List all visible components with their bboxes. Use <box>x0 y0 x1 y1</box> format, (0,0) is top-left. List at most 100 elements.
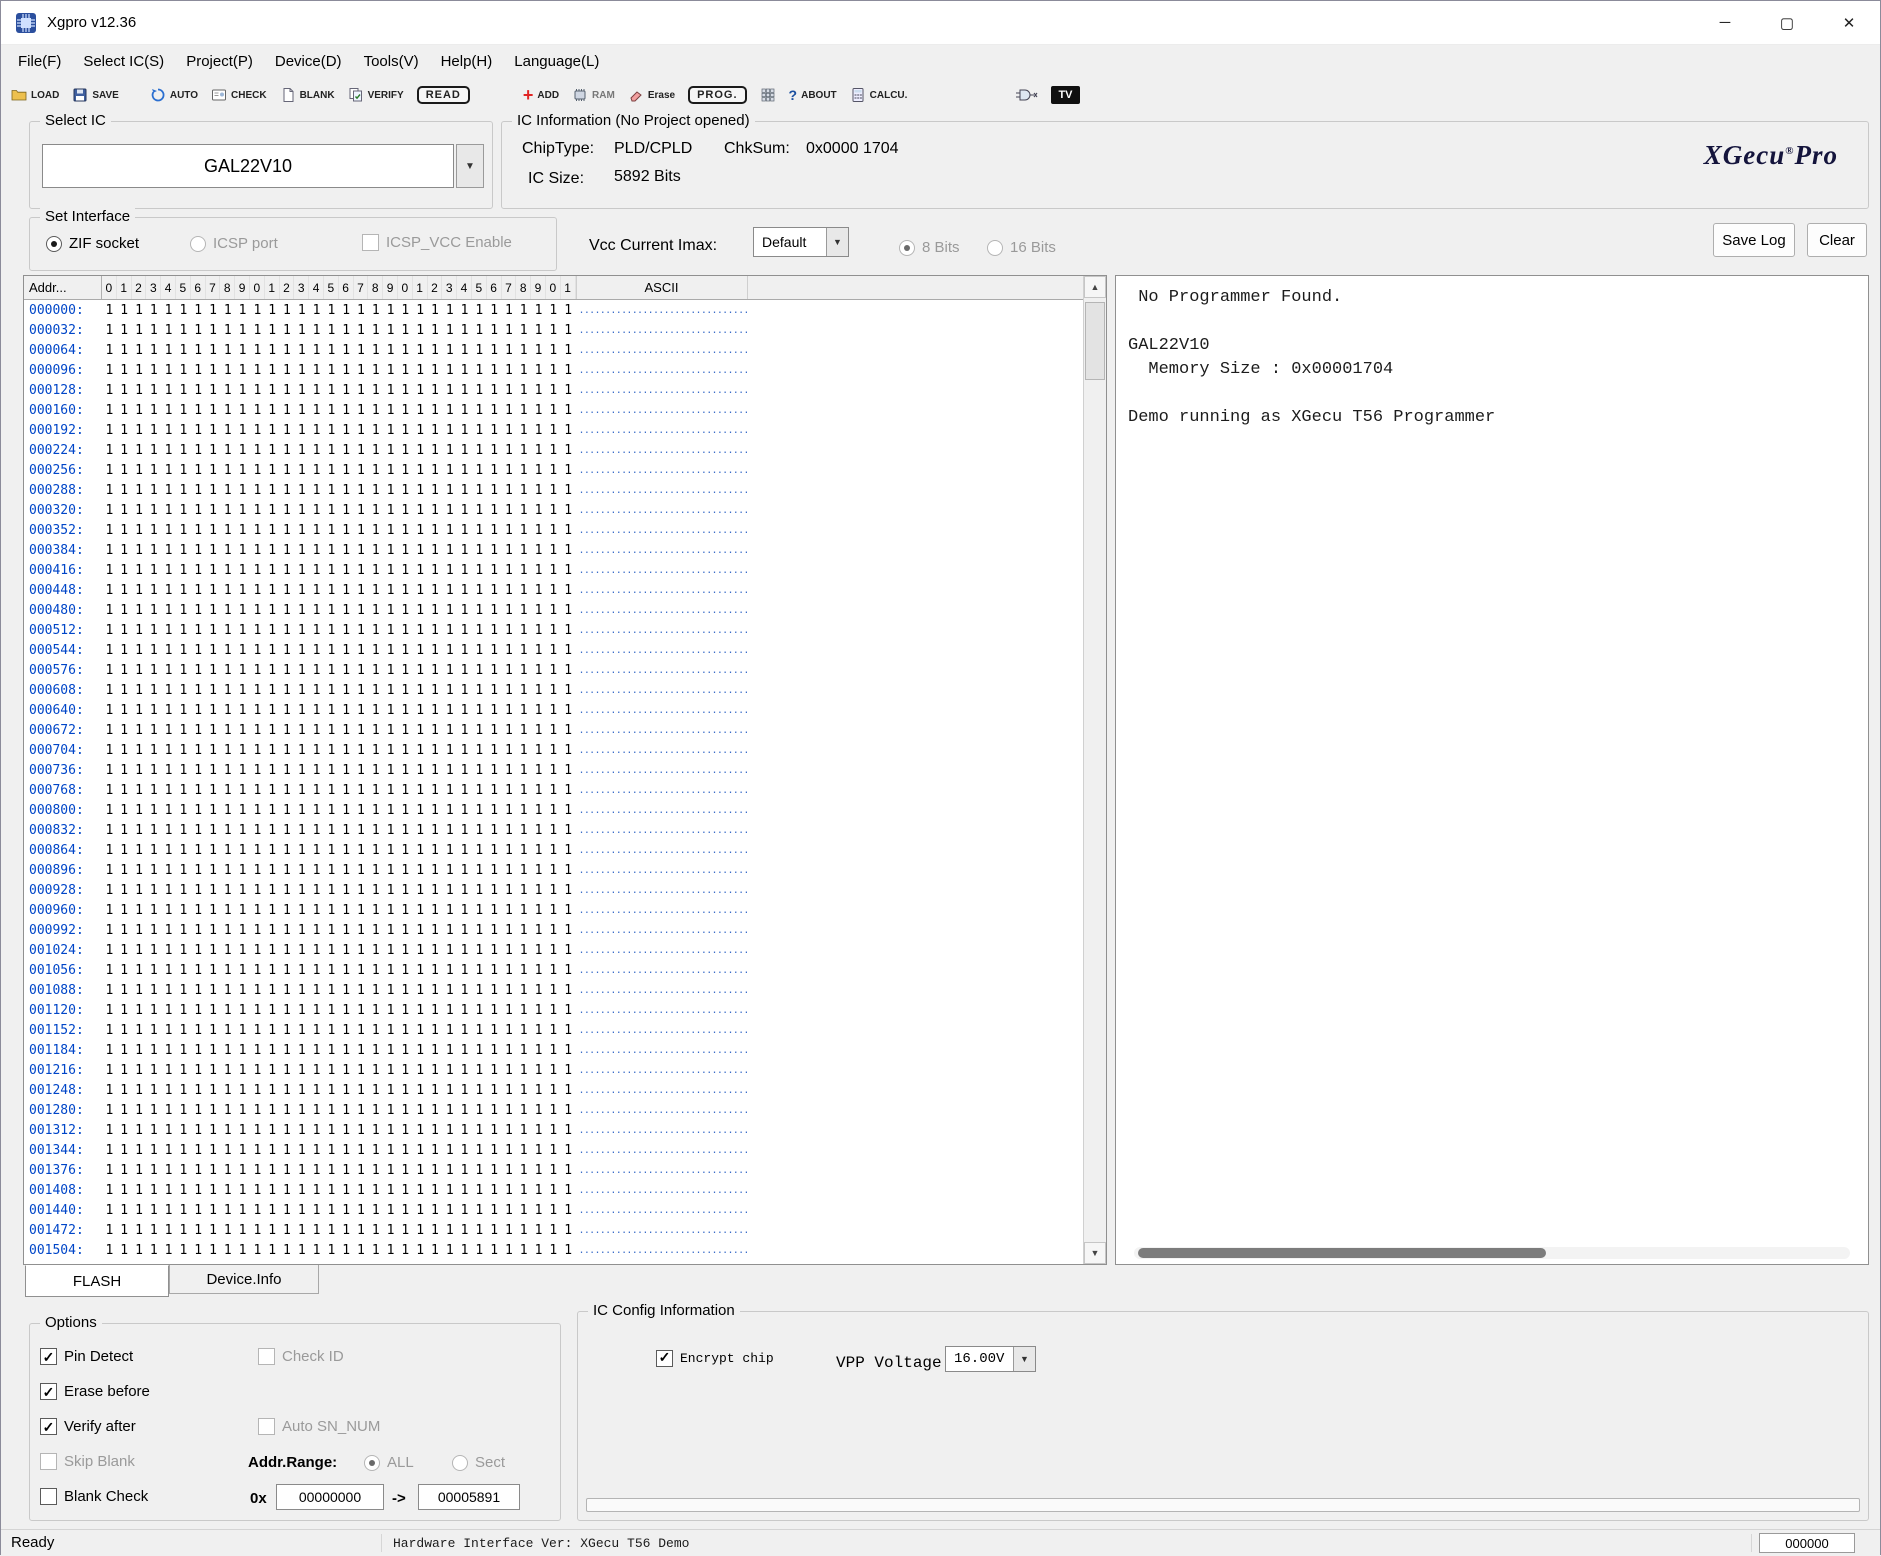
hex-cell[interactable]: 1 <box>280 1223 295 1238</box>
hex-cell[interactable]: 1 <box>206 1023 221 1038</box>
hex-cell[interactable]: 1 <box>413 603 428 618</box>
hex-cell[interactable]: 1 <box>161 1243 176 1258</box>
hex-cell[interactable]: 1 <box>220 783 235 798</box>
hex-cell[interactable]: 1 <box>235 1163 250 1178</box>
hex-cell[interactable]: 1 <box>132 963 147 978</box>
hex-cell[interactable]: 1 <box>250 363 265 378</box>
hex-cell[interactable]: 1 <box>146 583 161 598</box>
hex-cell[interactable]: 1 <box>502 723 517 738</box>
hex-cell[interactable]: 1 <box>324 863 339 878</box>
hex-cell[interactable]: 1 <box>206 663 221 678</box>
hex-cell[interactable]: 1 <box>161 783 176 798</box>
hex-cell[interactable]: 1 <box>516 683 531 698</box>
hex-cell[interactable]: 1 <box>457 443 472 458</box>
hex-cell[interactable]: 1 <box>531 863 546 878</box>
hex-cell[interactable]: 1 <box>368 803 383 818</box>
hex-cell[interactable]: 1 <box>428 643 443 658</box>
hex-cell[interactable]: 1 <box>531 823 546 838</box>
hex-cell[interactable]: 1 <box>354 443 369 458</box>
hex-cell[interactable]: 1 <box>428 443 443 458</box>
hex-cell[interactable]: 1 <box>146 783 161 798</box>
hex-cell[interactable]: 1 <box>368 923 383 938</box>
hex-cell[interactable]: 1 <box>161 1183 176 1198</box>
hex-cell[interactable]: 1 <box>487 523 502 538</box>
hex-cell[interactable]: 1 <box>250 1243 265 1258</box>
hex-cell[interactable]: 1 <box>383 663 398 678</box>
hex-cell[interactable]: 1 <box>413 1103 428 1118</box>
hex-cell[interactable]: 1 <box>561 423 576 438</box>
hex-cell[interactable]: 1 <box>132 443 147 458</box>
hex-cell[interactable]: 1 <box>117 1063 132 1078</box>
hex-cell[interactable]: 1 <box>354 803 369 818</box>
hex-cell[interactable]: 1 <box>561 923 576 938</box>
hex-cell[interactable]: 1 <box>472 423 487 438</box>
hex-cell[interactable]: 1 <box>265 1143 280 1158</box>
hex-cell[interactable]: 1 <box>280 723 295 738</box>
hex-cell[interactable]: 1 <box>487 803 502 818</box>
hex-cell[interactable]: 1 <box>161 823 176 838</box>
hex-cell[interactable]: 1 <box>280 683 295 698</box>
hex-cell[interactable]: 1 <box>398 363 413 378</box>
hex-cell[interactable]: 1 <box>428 943 443 958</box>
hex-cell[interactable]: 1 <box>309 323 324 338</box>
hex-cell[interactable]: 1 <box>398 683 413 698</box>
hex-cell[interactable]: 1 <box>102 643 117 658</box>
hex-cell[interactable]: 1 <box>516 343 531 358</box>
hex-cell[interactable]: 1 <box>413 1163 428 1178</box>
hex-cell[interactable]: 1 <box>502 1223 517 1238</box>
hex-cell[interactable]: 1 <box>146 723 161 738</box>
hex-cell[interactable]: 1 <box>457 843 472 858</box>
hex-cell[interactable]: 1 <box>117 1243 132 1258</box>
hex-cell[interactable]: 1 <box>146 363 161 378</box>
hex-cell[interactable]: 1 <box>428 963 443 978</box>
hex-cell[interactable]: 1 <box>176 883 191 898</box>
hex-cell[interactable]: 1 <box>206 683 221 698</box>
hex-cell[interactable]: 1 <box>531 423 546 438</box>
maximize-button[interactable]: ▢ <box>1756 1 1818 44</box>
hex-cell[interactable]: 1 <box>428 403 443 418</box>
hex-cell[interactable]: 1 <box>383 603 398 618</box>
hex-cell[interactable]: 1 <box>546 803 561 818</box>
hex-cell[interactable]: 1 <box>516 1083 531 1098</box>
hex-cell[interactable]: 1 <box>176 903 191 918</box>
hex-cell[interactable]: 1 <box>235 443 250 458</box>
check-id-checkbox[interactable]: Check ID <box>258 1348 344 1365</box>
hex-cell[interactable]: 1 <box>339 1103 354 1118</box>
hex-cell[interactable]: 1 <box>368 403 383 418</box>
hex-cell[interactable]: 1 <box>339 383 354 398</box>
hex-cell[interactable]: 1 <box>339 883 354 898</box>
hex-cell[interactable]: 1 <box>472 1203 487 1218</box>
hex-cell[interactable]: 1 <box>516 883 531 898</box>
hex-cell[interactable]: 1 <box>161 1163 176 1178</box>
hex-cell[interactable]: 1 <box>472 1163 487 1178</box>
hex-cell[interactable]: 1 <box>191 1063 206 1078</box>
hex-cell[interactable]: 1 <box>294 1143 309 1158</box>
hex-cell[interactable]: 1 <box>132 983 147 998</box>
hex-cell[interactable]: 1 <box>324 603 339 618</box>
hex-cell[interactable]: 1 <box>206 443 221 458</box>
range-from-input[interactable] <box>276 1484 384 1510</box>
hex-cell[interactable]: 1 <box>516 603 531 618</box>
hex-cell[interactable]: 1 <box>398 1023 413 1038</box>
hex-cell[interactable]: 1 <box>442 423 457 438</box>
hex-cell[interactable]: 1 <box>472 763 487 778</box>
hex-cell[interactable]: 1 <box>561 443 576 458</box>
hex-cell[interactable]: 1 <box>368 603 383 618</box>
hex-cell[interactable]: 1 <box>457 683 472 698</box>
hex-cell[interactable]: 1 <box>235 683 250 698</box>
hex-cell[interactable]: 1 <box>265 703 280 718</box>
hex-cell[interactable]: 1 <box>398 763 413 778</box>
hex-cell[interactable]: 1 <box>383 323 398 338</box>
hex-cell[interactable]: 1 <box>309 1183 324 1198</box>
hex-cell[interactable]: 1 <box>413 623 428 638</box>
hex-cell[interactable]: 1 <box>294 1003 309 1018</box>
hex-cell[interactable]: 1 <box>442 1243 457 1258</box>
hex-cell[interactable]: 1 <box>472 443 487 458</box>
hex-cell[interactable]: 1 <box>280 983 295 998</box>
hex-cell[interactable]: 1 <box>487 563 502 578</box>
hex-cell[interactable]: 1 <box>324 563 339 578</box>
hex-cell[interactable]: 1 <box>102 1043 117 1058</box>
hex-cell[interactable]: 1 <box>546 1103 561 1118</box>
hex-cell[interactable]: 1 <box>324 783 339 798</box>
hex-cell[interactable]: 1 <box>324 403 339 418</box>
